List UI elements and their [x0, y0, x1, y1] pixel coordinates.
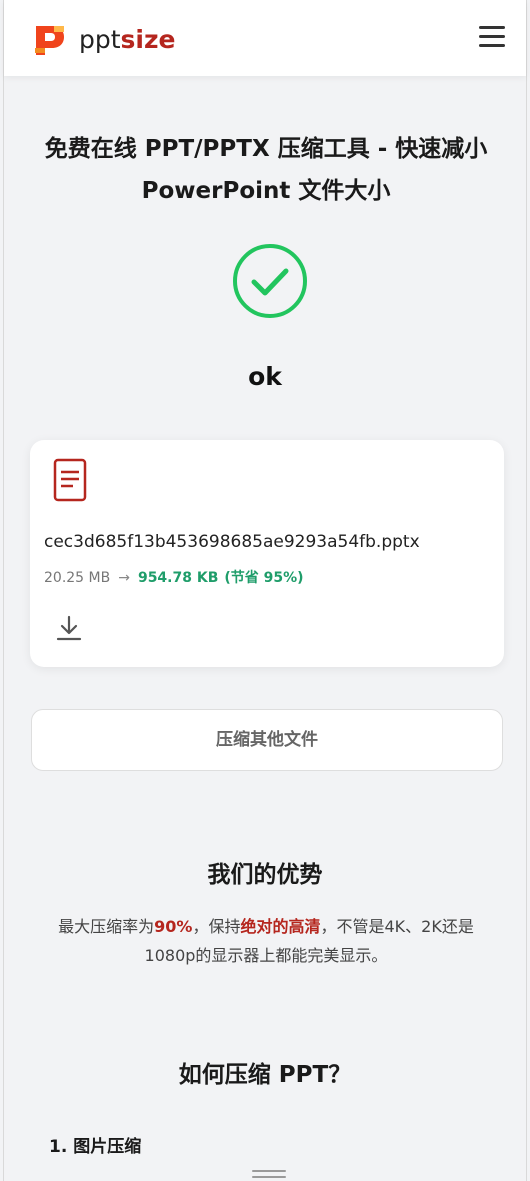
advantages-heading: 我们的优势	[207, 862, 323, 888]
page: pptsize 免费在线 PPT/PPTX 压缩工具 - 快速减小 PowerP…	[3, 0, 527, 1181]
drag-handle-icon[interactable]	[252, 1170, 286, 1181]
check-circle-icon	[233, 244, 307, 318]
brand-prefix: ppt	[79, 25, 121, 54]
top-header: pptsize	[4, 0, 526, 76]
original-size: 20.25 MB	[44, 570, 111, 586]
advantages-text: 最大压缩率为90%，保持绝对的高清，不管是4K、2K还是1080p的显示器上都能…	[58, 917, 474, 965]
step-image-compress: 1. 图片压缩	[49, 1137, 142, 1157]
logo-icon[interactable]	[32, 22, 68, 58]
brand-suffix: size	[120, 25, 176, 54]
file-name: cec3d685f13b453698685ae9293a54fb.pptx	[44, 532, 420, 552]
arrow-icon: →	[118, 570, 130, 586]
hamburger-icon[interactable]	[479, 26, 505, 50]
document-icon	[53, 458, 87, 502]
compress-other-button[interactable]: 压缩其他文件	[31, 709, 503, 771]
compressed-size: 954.78 KB	[137, 570, 219, 586]
file-size-info: 20.25 MB → 954.78 KB (节省 95%)	[44, 567, 304, 587]
saving-percent: (节省 95%)	[224, 570, 304, 586]
download-icon[interactable]	[56, 614, 82, 642]
result-card: cec3d685f13b453698685ae9293a54fb.pptx 20…	[30, 440, 504, 667]
how-to-heading: 如何压缩 PPT？	[178, 1062, 352, 1088]
brand-name[interactable]: pptsize	[79, 24, 176, 56]
status-text: ok	[248, 362, 282, 391]
page-title: 免费在线 PPT/PPTX 压缩工具 - 快速减小 PowerPoint 文件大…	[44, 136, 488, 204]
